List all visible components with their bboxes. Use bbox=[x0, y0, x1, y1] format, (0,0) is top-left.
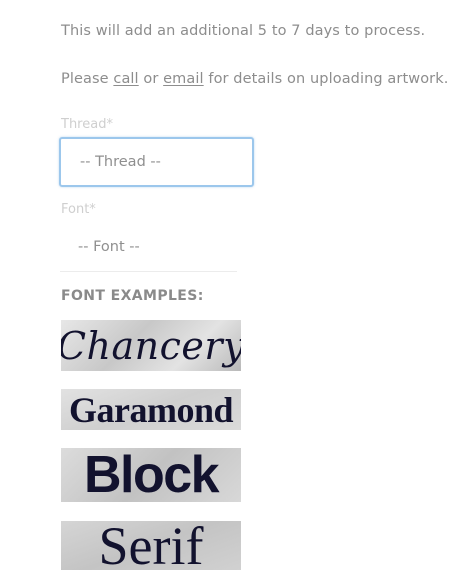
contact-middle-text: or bbox=[138, 71, 164, 87]
block-sample-text: Block bbox=[83, 448, 220, 502]
serif-sample-text: Serif bbox=[98, 521, 204, 570]
thread-label: Thread* bbox=[61, 117, 113, 132]
chancery-sample-text: Chancery bbox=[61, 323, 241, 368]
garamond-sample-text: Garamond bbox=[68, 389, 234, 430]
artwork-contact-note: Please call or email for details on uplo… bbox=[61, 71, 448, 87]
block-font-sample: Block bbox=[61, 448, 241, 502]
font-select-value: -- Font -- bbox=[78, 238, 140, 255]
serif-font-sample: Serif bbox=[61, 521, 241, 570]
contact-suffix-text: for details on uploading artwork. bbox=[203, 71, 449, 87]
font-label: Font* bbox=[61, 202, 96, 217]
font-examples-heading: FONT EXAMPLES: bbox=[61, 288, 204, 304]
thread-select[interactable]: -- Thread -- bbox=[59, 137, 254, 187]
processing-time-note: This will add an additional 5 to 7 days … bbox=[61, 23, 426, 39]
call-link[interactable]: call bbox=[113, 71, 138, 87]
email-link[interactable]: email bbox=[163, 71, 204, 87]
embroidery-options-panel: This will add an additional 5 to 7 days … bbox=[0, 0, 468, 585]
garamond-font-sample: Garamond bbox=[61, 389, 241, 430]
contact-prefix-text: Please bbox=[61, 71, 114, 87]
font-select[interactable]: -- Font -- bbox=[60, 222, 237, 272]
chancery-font-sample: Chancery bbox=[61, 320, 241, 371]
thread-select-value: -- Thread -- bbox=[80, 154, 161, 170]
